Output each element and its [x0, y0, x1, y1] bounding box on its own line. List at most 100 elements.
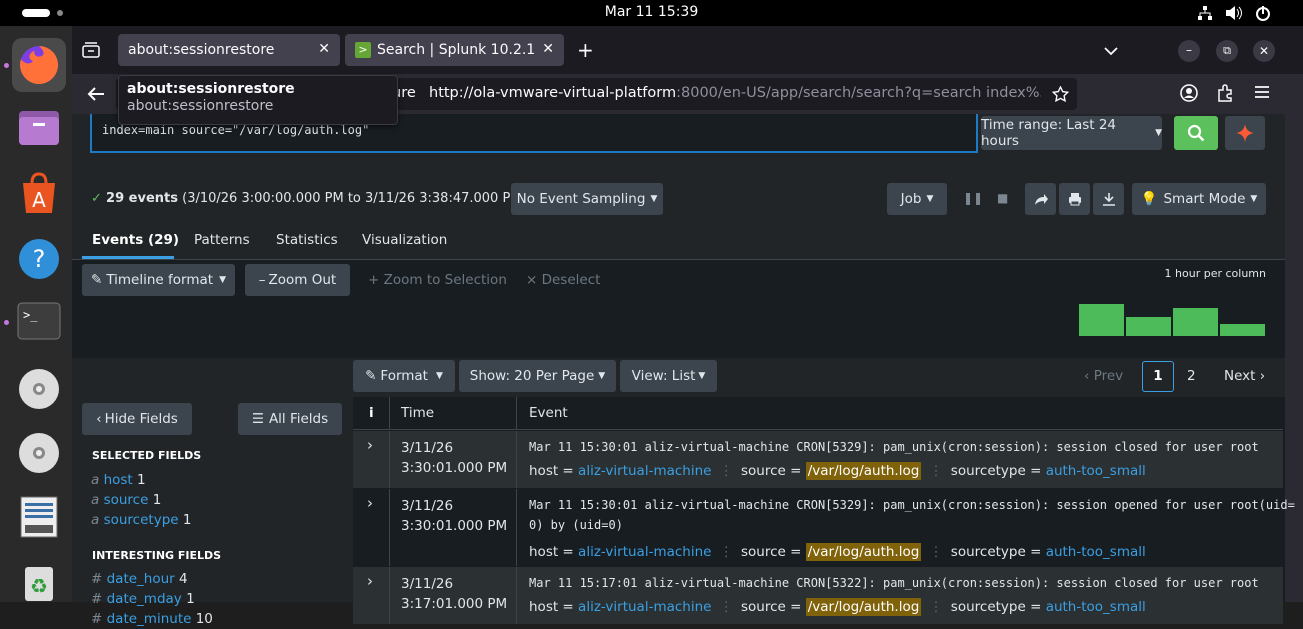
zoom-to-selection-button[interactable]: + Zoom to Selection	[368, 272, 507, 288]
close-tab-icon[interactable]: ✕	[542, 41, 554, 57]
field-name[interactable]: date_mday	[107, 591, 182, 607]
source-label: source =	[740, 544, 806, 560]
expand-chevron-icon[interactable]: ›	[367, 436, 373, 454]
minimize-icon[interactable]: –	[1178, 40, 1200, 62]
event-time: 3:30:01.000 PM	[401, 518, 508, 534]
tab-overview-icon[interactable]	[82, 42, 100, 58]
expand-chevron-icon[interactable]: ›	[367, 494, 373, 512]
time-column-header[interactable]: Time	[401, 405, 434, 421]
job-dropdown[interactable]: Job ▼	[887, 183, 947, 215]
host-value[interactable]: aliz-virtual-machine	[578, 544, 711, 560]
field-name[interactable]: sourcetype	[104, 512, 179, 528]
tab-splunk-search[interactable]: > Search | Splunk 10.2.1 ✕	[345, 34, 564, 66]
tab-label: about:sessionrestore	[128, 42, 275, 58]
source-value[interactable]: /var/log/auth.log	[805, 462, 922, 480]
sourcetype-value[interactable]: auth-too_small	[1046, 463, 1146, 479]
timeline-bar[interactable]	[1126, 317, 1171, 336]
new-tab-icon[interactable]: +	[577, 38, 594, 62]
extensions-icon[interactable]	[1216, 84, 1234, 102]
hide-fields-button[interactable]: ‹ Hide Fields	[82, 403, 192, 435]
view-dropdown[interactable]: View: List ▼	[620, 360, 717, 392]
field-name[interactable]: host	[104, 472, 133, 488]
power-icon[interactable]	[1254, 4, 1272, 22]
expand-chevron-icon[interactable]: ›	[367, 572, 373, 590]
source-value[interactable]: /var/log/auth.log	[805, 598, 922, 616]
event-date: 3/11/26	[401, 440, 454, 456]
maximize-icon[interactable]: ⧉	[1216, 40, 1238, 62]
timeline-bar[interactable]	[1173, 308, 1218, 336]
export-button[interactable]	[1093, 183, 1124, 215]
deselect-button[interactable]: × Deselect	[526, 272, 600, 288]
field-name[interactable]: source	[104, 492, 149, 508]
volume-icon[interactable]	[1225, 5, 1243, 21]
timeline-bar[interactable]	[1079, 304, 1124, 336]
column-divider	[516, 397, 517, 430]
field-item[interactable]: # date_minute 10	[91, 609, 213, 629]
prev-page-button[interactable]: ‹ Prev	[1084, 368, 1123, 384]
help-icon[interactable]: ?	[12, 232, 66, 286]
ai-assistant-button[interactable]	[1225, 116, 1265, 150]
event-raw-line: Mar 11 15:17:01 aliz-virtual-machine CRO…	[529, 576, 1259, 590]
field-item[interactable]: a sourcetype 1	[91, 510, 191, 530]
next-page-button[interactable]: Next ›	[1224, 368, 1265, 384]
host-value[interactable]: aliz-virtual-machine	[578, 599, 711, 615]
tab-visualization[interactable]: Visualization	[362, 232, 447, 248]
back-arrow-icon[interactable]	[87, 86, 105, 102]
page-2-button[interactable]: 2	[1187, 368, 1196, 384]
field-count: 1	[186, 591, 195, 607]
tab-sessionrestore[interactable]: about:sessionrestore ✕	[118, 34, 340, 66]
source-value[interactable]: /var/log/auth.log	[805, 543, 922, 561]
bookmark-star-icon[interactable]	[1052, 86, 1069, 102]
tab-events[interactable]: Events (29)	[92, 232, 179, 248]
tab-statistics[interactable]: Statistics	[276, 232, 338, 248]
stop-icon[interactable]: ■	[997, 191, 1008, 205]
disc-icon[interactable]	[12, 426, 66, 480]
time-range-picker[interactable]: Time range: Last 24 hours ▼	[981, 116, 1162, 150]
timeline-format-dropdown[interactable]: ✎ Timeline format ▼	[82, 264, 235, 296]
clock[interactable]: Mar 11 15:39	[0, 4, 1303, 20]
host-value[interactable]: aliz-virtual-machine	[578, 463, 711, 479]
sparkle-icon	[1236, 124, 1254, 142]
tab-patterns[interactable]: Patterns	[194, 232, 250, 248]
close-tab-icon[interactable]: ✕	[318, 41, 330, 57]
sourcetype-value[interactable]: auth-too_small	[1046, 544, 1146, 560]
all-fields-button[interactable]: ☰ All Fields	[238, 403, 342, 435]
all-fields-label: All Fields	[268, 411, 329, 427]
menu-icon[interactable]	[1254, 85, 1270, 99]
files-icon[interactable]	[12, 100, 66, 154]
timeline-histogram[interactable]	[1079, 301, 1266, 336]
field-item[interactable]: # date_hour 4	[91, 569, 213, 589]
terminal-icon[interactable]: >_	[12, 294, 66, 348]
disc-icon[interactable]	[12, 362, 66, 416]
print-button[interactable]	[1059, 183, 1090, 215]
app-center-icon[interactable]: A	[12, 166, 66, 220]
zoom-out-button[interactable]: – Zoom Out	[245, 264, 350, 296]
field-item[interactable]: a host 1	[91, 470, 191, 490]
field-name[interactable]: date_minute	[107, 611, 192, 627]
event-sampling-dropdown[interactable]: No Event Sampling ▼	[511, 183, 663, 215]
document-viewer-icon[interactable]	[12, 490, 66, 544]
column-divider	[389, 431, 390, 488]
share-button[interactable]	[1025, 183, 1056, 215]
sourcetype-value[interactable]: auth-too_small	[1046, 599, 1146, 615]
format-dropdown[interactable]: ✎ Format ▼	[353, 360, 455, 392]
tooltip-subtitle: about:sessionrestore	[127, 98, 274, 114]
page-1-button[interactable]: 1	[1142, 361, 1174, 392]
account-icon[interactable]	[1180, 84, 1198, 102]
field-item[interactable]: a source 1	[91, 490, 191, 510]
timeline-bar[interactable]	[1220, 324, 1265, 336]
column-divider	[389, 489, 390, 566]
network-icon[interactable]	[1197, 5, 1213, 21]
field-name[interactable]: date_hour	[107, 571, 175, 587]
pause-icon[interactable]: ❚❚	[963, 191, 983, 205]
search-mode-dropdown[interactable]: 💡 Smart Mode ▼	[1132, 183, 1266, 215]
per-page-dropdown[interactable]: Show: 20 Per Page ▼	[459, 360, 616, 392]
meta-divider: ⋮	[719, 599, 733, 615]
caret-down-icon: ▼	[435, 371, 443, 381]
search-button[interactable]	[1174, 116, 1218, 150]
tab-bar: about:sessionrestore ✕ > Search | Splunk…	[72, 26, 1303, 74]
close-window-icon[interactable]: ✕	[1253, 40, 1275, 62]
firefox-icon[interactable]	[12, 38, 66, 92]
field-item[interactable]: # date_mday 1	[91, 589, 213, 609]
list-tabs-chevron-icon[interactable]	[1104, 46, 1118, 56]
